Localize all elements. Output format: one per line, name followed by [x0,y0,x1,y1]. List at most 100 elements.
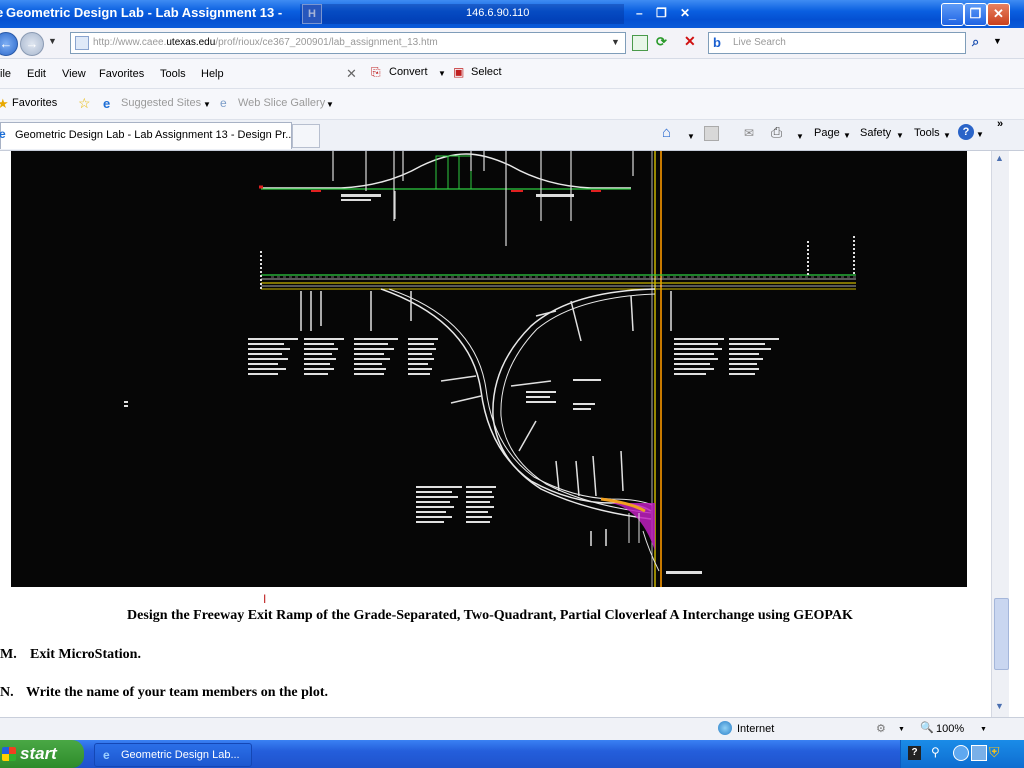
menu-tools[interactable]: Tools [160,68,186,80]
tools-menu[interactable]: Tools [914,127,940,139]
url-dropdown-icon[interactable]: ▼ [611,37,620,47]
minimize-button[interactable]: _ [941,3,964,26]
ie-site-icon: e [103,96,111,111]
url-path: /prof/rioux/ce367_200901/lab_assignment_… [215,37,438,48]
tray-icon-blue[interactable] [953,745,969,761]
tray-icon-shield[interactable]: ⛨ [989,744,1000,761]
protected-mode-icon[interactable]: ⚙ [876,722,886,735]
home-icon[interactable]: ⌂ [662,124,671,141]
scroll-thumb[interactable] [994,598,1009,670]
ie-icon: e [0,5,3,20]
search-input[interactable]: b Live Search [708,32,966,54]
zoom-level[interactable]: 100% [936,723,964,735]
forward-button[interactable]: → [20,32,44,56]
start-button[interactable]: start [0,740,84,768]
new-tab-button[interactable] [292,124,320,148]
page-dropdown-icon[interactable]: ▼ [843,131,851,140]
status-bar: Internet ⚙ ▼ 🔍 100% ▼ [0,717,1024,741]
help-icon[interactable]: ? [958,124,974,140]
page-content: I Design the Freeway Exit Ramp of the Gr… [0,151,1008,717]
toolbar-overflow-icon[interactable]: » [997,118,1003,130]
suggested-sites-dropdown-icon[interactable]: ▼ [203,100,211,109]
tab-bar: e Geometric Design Lab - Lab Assignment … [0,118,1024,151]
profile-curve [261,153,631,189]
taskbar-item-ie[interactable]: e Geometric Design Lab... [94,743,252,767]
url-domain: utexas.edu [166,37,216,48]
safety-menu[interactable]: Safety [860,127,891,139]
compatibility-view-icon[interactable] [632,35,648,51]
close-button[interactable]: ✕ [987,3,1010,26]
taskbar: start e Geometric Design Lab... ? ⚲ ⛨ [0,740,1024,768]
close-toolbar-icon[interactable]: ✕ [346,66,357,82]
security-zone: Internet [737,723,775,735]
web-slice-dropdown-icon[interactable]: ▼ [326,100,334,109]
menu-edit[interactable]: Edit [27,68,46,80]
tools-dropdown-icon[interactable]: ▼ [943,131,951,140]
page-menu[interactable]: Page [814,127,840,139]
taskbar-ie-icon: e [103,748,110,762]
url-prefix: http://www.caee. [93,37,167,48]
home-dropdown-icon[interactable]: ▼ [687,132,695,141]
back-button[interactable]: ← [0,32,18,56]
vertical-scrollbar[interactable]: ▲ ▼ [991,151,1009,717]
taskbar-item-label: Geometric Design Lab... [121,749,240,761]
select-icon: ▣ [453,65,465,79]
start-label: start [20,744,57,763]
print-icon[interactable]: ⎙ [771,124,782,141]
title-bar: e Geometric Design Lab - Lab Assignment … [0,0,1024,28]
step-n-text: Write the name of your team members on t… [26,685,328,700]
web-slice-gallery-link[interactable]: Web Slice Gallery [238,97,325,109]
add-favorites-icon[interactable]: ☆ [78,95,91,112]
help-tray-icon[interactable]: ? [908,746,921,760]
search-options-icon[interactable]: ▼ [993,36,1002,46]
curve-data-blocks [124,338,779,574]
search-placeholder: Live Search [733,37,786,48]
select-button[interactable]: Select [471,66,502,78]
menu-view[interactable]: View [62,68,86,80]
window-title: Geometric Design Lab - Lab Assignment 13… [6,5,283,20]
menu-help[interactable]: Help [201,68,224,80]
favorites-bar: ★ Favorites ☆ e Suggested Sites ▼ e Web … [0,89,1024,120]
rd-close-icon[interactable]: ✕ [680,6,690,20]
protected-mode-dropdown-icon[interactable]: ▼ [898,726,905,733]
zoom-dropdown-icon[interactable]: ▼ [980,726,987,733]
ramp-gore-area [611,503,655,551]
feeds-icon[interactable] [704,126,719,141]
tab-active[interactable]: e Geometric Design Lab - Lab Assignment … [0,122,294,149]
page-icon [75,36,89,50]
step-m-label: M. [0,647,17,662]
print-dropdown-icon[interactable]: ▼ [796,132,804,141]
rd-minimize-icon[interactable]: – [636,6,643,20]
convert-button[interactable]: Convert [389,66,428,78]
tab-ie-icon: e [0,127,6,141]
convert-dropdown-icon[interactable]: ▼ [438,69,446,78]
zoom-icon: 🔍 [920,722,934,734]
drawing-caption: Design the Freeway Exit Ramp of the Grad… [127,608,853,623]
menu-bar: ile Edit View Favorites Tools Help ✕ ⎘ C… [0,59,1024,89]
mail-icon[interactable]: ✉ [744,126,754,140]
address-field[interactable]: http://www.caee.utexas.edu/prof/rioux/ce… [70,32,626,54]
address-toolbar: ← → ▼ http://www.caee.utexas.edu/prof/ri… [0,28,1024,59]
exit-ramp-outer [380,288,652,512]
step-n-label: N. [0,685,14,700]
globe-icon [718,721,732,735]
suggested-sites-link[interactable]: Suggested Sites [121,97,201,109]
help-dropdown-icon[interactable]: ▼ [976,130,984,139]
bing-icon: b [713,35,721,50]
scroll-up-icon[interactable]: ▲ [995,153,1004,163]
stop-icon[interactable]: ✕ [684,33,696,50]
rd-restore-icon[interactable]: ❐ [656,6,667,20]
refresh-icon[interactable]: ⟳ [656,34,667,50]
scroll-down-icon[interactable]: ▼ [995,701,1004,711]
favorites-button[interactable]: Favorites [12,97,57,109]
tray-icon-window[interactable] [971,745,987,761]
restore-button[interactable]: ❐ [964,3,987,26]
safety-dropdown-icon[interactable]: ▼ [896,131,904,140]
search-icon[interactable]: ⌕ [972,34,979,50]
history-dropdown-icon[interactable]: ▼ [48,36,57,46]
menu-file[interactable]: ile [0,68,11,80]
menu-favorites[interactable]: Favorites [99,68,144,80]
web-slice-icon: e [220,96,227,110]
text-cursor: I [263,592,267,606]
network-tray-icon[interactable]: ⚲ [931,745,940,759]
